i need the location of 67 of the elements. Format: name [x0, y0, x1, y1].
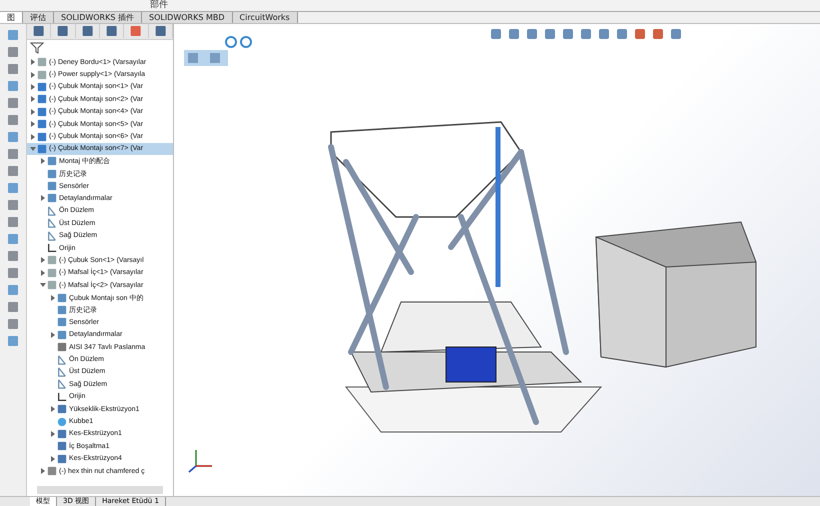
- ribbon-tab[interactable]: SOLIDWORKS MBD: [142, 12, 233, 23]
- view-tool-icon[interactable]: [651, 27, 665, 41]
- plane-icon: [47, 230, 57, 241]
- expand-arrow-icon[interactable]: [50, 456, 56, 462]
- plane-icon: [47, 206, 57, 216]
- ribbon-tab[interactable]: SOLIDWORKS 插件: [54, 12, 142, 23]
- expand-arrow-icon[interactable]: [30, 121, 36, 128]
- tool-icon[interactable]: [6, 317, 20, 331]
- plane-icon: [57, 354, 67, 365]
- expand-arrow-icon[interactable]: [50, 332, 56, 338]
- origin-icon: [57, 392, 67, 402]
- collapse-arrow-icon[interactable]: [40, 282, 46, 288]
- expand-arrow-icon[interactable]: [30, 96, 36, 102]
- view-tool-icon[interactable]: [489, 27, 503, 41]
- ribbon-tab[interactable]: 评估: [23, 12, 54, 23]
- expand-arrow-icon[interactable]: [40, 468, 46, 474]
- tool-icon[interactable]: [6, 62, 20, 76]
- expand-arrow-icon[interactable]: [30, 134, 36, 140]
- expand-arrow-icon[interactable]: [50, 406, 56, 412]
- tool-icon[interactable]: [6, 130, 20, 144]
- breadcrumb-icon[interactable]: [224, 35, 254, 49]
- dome-icon: [57, 416, 67, 427]
- view-tool-icon[interactable]: [615, 27, 629, 41]
- tool-icon[interactable]: [6, 283, 20, 297]
- tool-icon[interactable]: [6, 232, 20, 246]
- tool-icon[interactable]: [6, 147, 20, 161]
- plane-icon: [57, 379, 67, 390]
- expand-arrow-icon[interactable]: [30, 59, 36, 66]
- expand-arrow-icon[interactable]: [30, 84, 36, 90]
- view-tool-icon[interactable]: [525, 27, 539, 41]
- tool-icon[interactable]: [6, 181, 20, 195]
- expand-arrow-icon[interactable]: [40, 195, 46, 202]
- expand-arrow-icon[interactable]: [30, 72, 36, 78]
- view-tool-icon[interactable]: [561, 27, 575, 41]
- expand-arrow-icon[interactable]: [40, 158, 46, 164]
- tool-icon[interactable]: [6, 96, 20, 110]
- expand-arrow-icon[interactable]: [40, 270, 46, 276]
- collapse-arrow-icon[interactable]: [30, 146, 36, 152]
- horizontal-scrollbar[interactable]: [37, 486, 163, 494]
- tool-icon[interactable]: [6, 79, 20, 93]
- view-tool-icon[interactable]: [543, 27, 557, 41]
- component-breadcrumb[interactable]: [184, 50, 228, 66]
- tool-icon[interactable]: [6, 113, 20, 127]
- ribbon-tab[interactable]: 图: [0, 12, 23, 23]
- view-tool-icon[interactable]: [579, 27, 593, 41]
- view-tool-icon[interactable]: [507, 27, 521, 41]
- tool-icon[interactable]: [6, 249, 20, 263]
- tool-icon[interactable]: [6, 45, 20, 59]
- tool-icon[interactable]: [6, 28, 20, 42]
- expand-arrow-icon[interactable]: [50, 430, 56, 437]
- filter-icon[interactable]: [30, 42, 44, 54]
- tool-icon[interactable]: [6, 198, 20, 212]
- tool-icon[interactable]: [6, 215, 20, 229]
- tool-icon[interactable]: [6, 266, 20, 280]
- ribbon-tab[interactable]: CircuitWorks: [232, 12, 298, 23]
- expand-arrow-icon[interactable]: [30, 108, 36, 115]
- tool-icon[interactable]: [6, 334, 20, 348]
- view-tool-icon[interactable]: [669, 27, 683, 41]
- expand-arrow-icon[interactable]: [50, 294, 56, 301]
- tool-icon[interactable]: [6, 300, 20, 314]
- tool-icon[interactable]: [6, 164, 20, 178]
- view-tool-icon[interactable]: [597, 27, 611, 41]
- view-tool-icon[interactable]: [633, 27, 647, 41]
- origin-icon: [47, 243, 57, 254]
- expand-arrow-icon[interactable]: [40, 257, 46, 264]
- plane-icon: [47, 218, 57, 228]
- plane-icon: [57, 366, 67, 377]
